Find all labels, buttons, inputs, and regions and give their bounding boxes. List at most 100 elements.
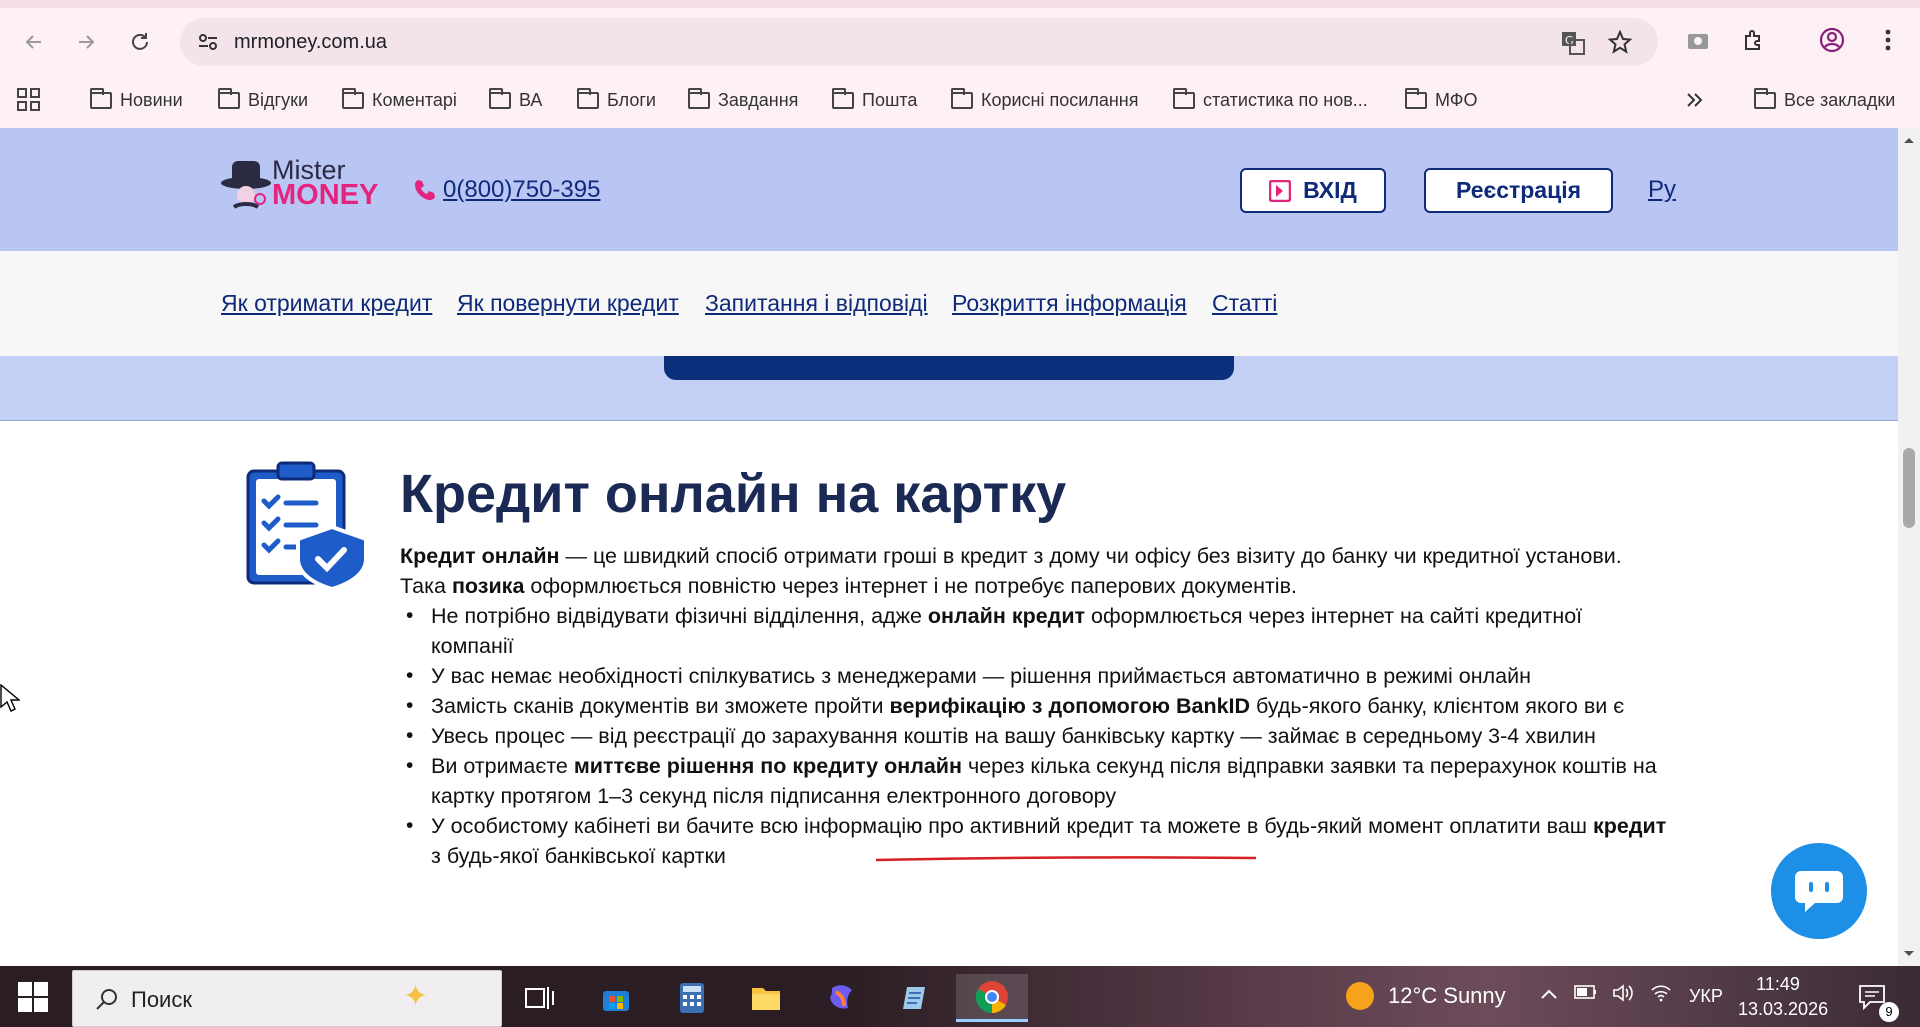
toolbar: mrmoney.com.ua G [0, 12, 1920, 72]
scroll-thumb[interactable] [1903, 448, 1915, 528]
menu-icon[interactable] [1874, 26, 1902, 54]
article-section: Кредит онлайн на картку Кредит онлайн — … [0, 421, 1898, 966]
reload-icon[interactable] [124, 26, 156, 58]
search-placeholder: Поиск [131, 987, 192, 1012]
folder-icon [688, 87, 710, 109]
item-bold: кредит [1593, 814, 1667, 838]
forward-icon[interactable] [70, 26, 102, 58]
browser-chrome: mrmoney.com.ua G Новини Відгуки Коментар… [0, 0, 1920, 128]
scroll-up-icon[interactable] [1903, 136, 1915, 144]
sparkle-icon: ✦ [403, 980, 429, 1013]
site-logo[interactable]: Mister MONEY [220, 155, 378, 213]
bookmark-folder[interactable]: Новини [90, 86, 183, 114]
bookmark-folder[interactable]: Пошта [832, 86, 917, 114]
folder-icon [1754, 87, 1776, 109]
more-bookmarks-icon[interactable] [1686, 86, 1704, 114]
site-info-icon[interactable] [196, 30, 220, 54]
taskbar-search[interactable]: Поиск ✦ [72, 970, 502, 1027]
bookmark-folder[interactable]: МФО [1405, 86, 1477, 114]
folder-icon [951, 87, 973, 109]
mouse-cursor-icon [0, 684, 20, 712]
folder-icon [832, 87, 854, 109]
bookmark-folder[interactable]: Корисні посилання [951, 86, 1138, 114]
url-text[interactable]: mrmoney.com.ua [234, 30, 387, 54]
chevron-up-icon[interactable] [1540, 984, 1558, 1005]
mister-hat-icon [221, 161, 271, 209]
address-bar[interactable]: mrmoney.com.ua G [180, 18, 1658, 66]
item-bold: миттєве рішення по кредиту онлайн [573, 754, 963, 778]
store-icon[interactable] [592, 974, 640, 1022]
battery-icon[interactable] [1574, 984, 1598, 1005]
chat-button[interactable] [1771, 843, 1867, 939]
input-language[interactable]: УКР [1689, 986, 1723, 1007]
item-bold: верифікацію з допомогою BankID [889, 694, 1251, 718]
clock-time: 11:49 [1756, 974, 1800, 994]
scroll-down-icon[interactable] [1903, 950, 1915, 958]
bookmark-label: Новини [120, 89, 183, 110]
folder-icon [90, 87, 112, 109]
sun-icon [1346, 982, 1374, 1010]
bookmark-label: ВА [519, 89, 543, 110]
wifi-icon[interactable] [1650, 984, 1672, 1007]
page-scrollbar[interactable] [1898, 128, 1920, 966]
hero-cta-button[interactable] [664, 356, 1234, 380]
clipboard-checklist-icon [246, 461, 368, 589]
bookmark-folder[interactable]: Блоги [577, 86, 656, 114]
login-button[interactable]: ВХІД [1240, 168, 1386, 213]
apps-icon[interactable] [16, 86, 42, 114]
star-icon[interactable] [1607, 29, 1633, 54]
phone-link[interactable]: 0(800)750-395 [413, 176, 600, 204]
intro-bold: позика [451, 574, 525, 598]
login-label: ВХІД [1303, 177, 1357, 203]
bookmark-folder[interactable]: статистика по нов... [1173, 86, 1368, 114]
clock-date: 13.03.2026 [1738, 999, 1829, 1019]
item-text: Не потрібно відвідувати фізичні відділен… [431, 604, 928, 628]
weather-widget[interactable]: 12°C Sunny [1346, 982, 1506, 1010]
phone-icon [415, 180, 435, 200]
bookmark-folder[interactable]: Завдання [688, 86, 798, 114]
chrome-icon[interactable] [956, 974, 1028, 1022]
phone-number: 0(800)750-395 [443, 176, 601, 203]
all-bookmarks-label: Все закладки [1784, 89, 1896, 110]
web-page: Mister MONEY 0(800)750-395 ВХІД Реєстрац… [0, 128, 1898, 966]
intro-bold: Кредит онлайн [400, 544, 560, 568]
calculator-icon[interactable] [668, 974, 716, 1022]
bookmark-folder[interactable]: ВА [489, 86, 542, 114]
file-explorer-icon[interactable] [742, 974, 790, 1022]
profile-icon[interactable] [1818, 26, 1846, 54]
extensions-icon[interactable] [1740, 26, 1768, 54]
folder-icon [1173, 87, 1195, 109]
nav-disclosure[interactable]: Розкриття інформація [952, 290, 1187, 317]
nav-how-to-repay-credit[interactable]: Як повернути кредит [457, 290, 679, 317]
folder-icon [1405, 87, 1427, 109]
task-view-icon[interactable] [516, 974, 564, 1022]
item-text: будь-якого банку, клієнтом якого ви є [1250, 694, 1625, 718]
nav-articles[interactable]: Статті [1212, 290, 1277, 317]
nav-how-to-get-credit[interactable]: Як отримати кредит [221, 290, 432, 317]
list-item: Замість сканів документів ви зможете про… [400, 691, 1668, 721]
list-item: У вас немає необхідності спілкуватись з … [400, 661, 1668, 691]
volume-icon[interactable] [1612, 984, 1634, 1007]
login-icon [1269, 179, 1292, 202]
list-item: Увесь процес — від реєстрації до зарахув… [400, 721, 1668, 751]
folder-icon [218, 87, 240, 109]
folder-icon [489, 87, 511, 109]
bookmarks-bar: Новини Відгуки Коментарі ВА Блоги Завдан… [0, 80, 1920, 120]
notepad-icon[interactable] [892, 974, 940, 1022]
chat-icon [1795, 871, 1843, 912]
intro-text: оформлюється повністю через інтернет і н… [524, 574, 1297, 598]
bookmark-folder[interactable]: Коментарі [342, 86, 457, 114]
list-item: Не потрібно відвідувати фізичні відділен… [400, 601, 1668, 661]
all-bookmarks[interactable]: Все закладки [1754, 86, 1895, 114]
translate-icon[interactable]: G [1560, 30, 1585, 55]
clock[interactable]: 11:49 13.03.2026 [1738, 972, 1829, 1022]
item-text: Замість сканів документів ви зможете про… [431, 694, 890, 718]
language-switch[interactable]: Ру [1648, 176, 1676, 204]
copilot-icon[interactable] [818, 974, 866, 1022]
nav-faq[interactable]: Запитання і відповіді [705, 290, 928, 317]
camera-icon[interactable] [1684, 26, 1712, 54]
windows-start-icon[interactable] [18, 982, 48, 1012]
register-button[interactable]: Реєстрація [1424, 168, 1613, 213]
bookmark-folder[interactable]: Відгуки [218, 86, 308, 114]
back-icon[interactable] [18, 26, 50, 58]
